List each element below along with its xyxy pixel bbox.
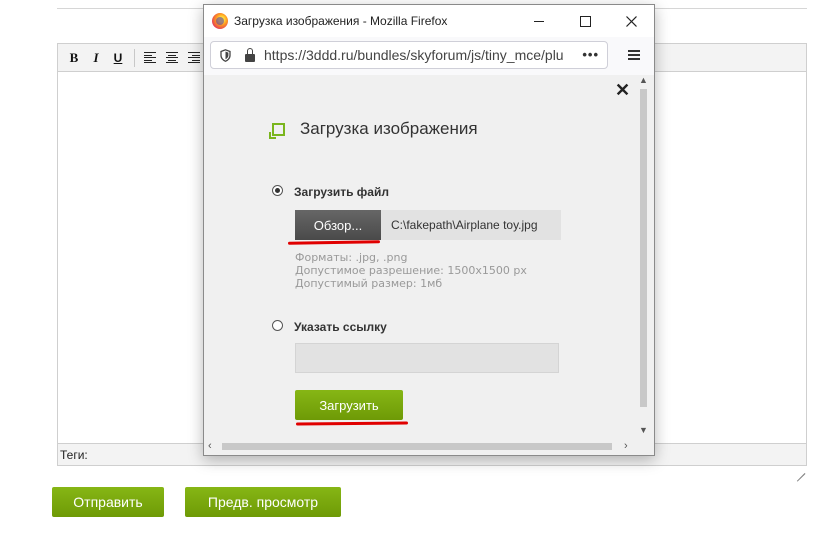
vertical-scrollbar[interactable]: ▲ ▼ <box>636 75 652 439</box>
minimize-icon <box>534 20 544 22</box>
scroll-up-arrow-icon[interactable]: ▲ <box>639 75 648 85</box>
horizontal-scrollbar[interactable]: ‹ › <box>204 439 636 455</box>
scroll-left-arrow-icon[interactable]: ‹ <box>208 440 212 452</box>
vertical-scroll-thumb[interactable] <box>640 89 647 407</box>
align-left-button[interactable] <box>140 48 160 68</box>
hint-resolution: Допустимое разрешение: 1500x1500 px <box>295 264 527 277</box>
dialog-title: Загрузка изображения <box>300 119 478 138</box>
lock-icon[interactable] <box>245 48 255 62</box>
maximize-icon <box>579 15 591 27</box>
scroll-right-arrow-icon[interactable]: › <box>624 440 628 452</box>
tracking-shield-icon[interactable] <box>220 48 231 62</box>
upload-button[interactable]: Загрузить <box>295 390 403 420</box>
preview-button[interactable]: Предв. просмотр <box>185 487 341 517</box>
align-left-icon <box>144 52 156 63</box>
minimize-button[interactable] <box>516 5 562 37</box>
submit-button[interactable]: Отправить <box>52 487 164 517</box>
scroll-down-arrow-icon[interactable]: ▼ <box>639 425 648 435</box>
radio-link-label[interactable]: Указать ссылку <box>294 320 387 334</box>
hint-formats: Форматы: .jpg, .png <box>295 251 408 264</box>
address-bar[interactable]: https://3ddd.ru/bundles/skyforum/js/tiny… <box>210 41 608 69</box>
radio-link[interactable] <box>272 320 283 331</box>
annotation-underline-browse <box>287 240 381 245</box>
radio-upload-file-label[interactable]: Загрузить файл <box>294 185 389 199</box>
page-actions-button[interactable]: ••• <box>582 47 599 62</box>
tags-label: Теги: <box>60 447 88 462</box>
window-titlebar[interactable]: Загрузка изображения - Mozilla Firefox <box>204 5 654 37</box>
radio-upload-file[interactable] <box>272 185 283 196</box>
hint-size: Допустимый размер: 1мб <box>295 277 443 290</box>
hamburger-menu-icon[interactable] <box>628 50 640 60</box>
selected-file-path: C:\fakepath\Airplane toy.jpg <box>381 210 561 240</box>
url-text[interactable]: https://3ddd.ru/bundles/skyforum/js/tiny… <box>264 47 564 63</box>
align-center-button[interactable] <box>162 48 182 68</box>
resize-grip-icon[interactable] <box>794 463 806 482</box>
window-title: Загрузка изображения - Mozilla Firefox <box>234 14 448 28</box>
navigation-bar: https://3ddd.ru/bundles/skyforum/js/tiny… <box>204 37 654 76</box>
file-picker: Обзор... C:\fakepath\Airplane toy.jpg <box>295 210 561 240</box>
close-icon <box>625 15 637 27</box>
annotation-underline-upload <box>295 421 409 426</box>
firefox-logo-icon <box>212 13 228 29</box>
image-upload-icon <box>269 123 285 139</box>
align-center-icon <box>166 52 178 63</box>
align-right-button[interactable] <box>184 48 204 68</box>
align-right-icon <box>188 52 200 63</box>
close-window-button[interactable] <box>608 5 654 37</box>
italic-button[interactable]: I <box>86 48 106 68</box>
firefox-popup-window: Загрузка изображения - Mozilla Firefox h… <box>203 4 655 456</box>
dialog-close-button[interactable]: ✕ <box>615 80 630 101</box>
underline-button[interactable]: U <box>108 48 128 68</box>
maximize-button[interactable] <box>562 5 608 37</box>
image-url-input[interactable] <box>295 343 559 373</box>
horizontal-scroll-thumb[interactable] <box>222 443 612 450</box>
browse-button[interactable]: Обзор... <box>295 210 381 240</box>
upload-dialog: ✕ Загрузка изображения Загрузить файл Об… <box>204 75 654 455</box>
toolbar-separator <box>134 48 135 67</box>
bold-button[interactable]: B <box>64 48 84 68</box>
